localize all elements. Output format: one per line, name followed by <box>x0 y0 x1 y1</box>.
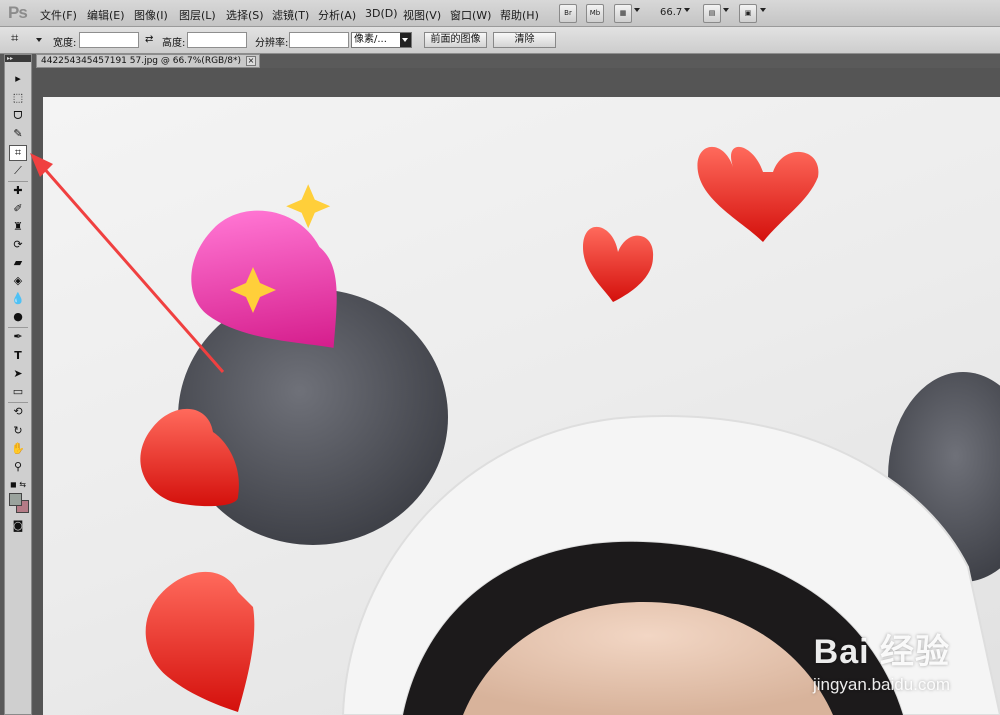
quick-mask-icon[interactable]: ◙ <box>9 518 27 534</box>
tools-panel: ▸▸ ▸ ⬚ ᗜ ✎ ⌗ ⟋ ✚ ✐ ♜ ⟳ ▰ ◈ 💧 ● ✒ T ➤ ▭ ⟲… <box>4 54 32 715</box>
baidu-watermark: Bai 经验 jingyan.baidu.com <box>813 624 950 695</box>
menu-select[interactable]: 选择(S) <box>226 7 264 23</box>
lasso-tool-icon[interactable]: ᗜ <box>9 108 27 124</box>
photo-image: Bai 经验 jingyan.baidu.com <box>43 97 1000 715</box>
blur-tool-icon[interactable]: 💧 <box>9 291 27 307</box>
document-tab[interactable]: 442254345457191 57.jpg @ 66.7%(RGB/8*) × <box>36 54 260 68</box>
menu-edit[interactable]: 编辑(E) <box>87 7 125 23</box>
pen-tool-icon[interactable]: ✒ <box>9 329 27 345</box>
red-heart-emoji <box>697 146 819 242</box>
resolution-unit-select[interactable]: 像素/... <box>351 32 412 48</box>
unit-value: 像素/... <box>354 34 387 45</box>
menu-analysis[interactable]: 分析(A) <box>318 7 356 23</box>
resolution-label: 分辨率: <box>255 38 289 49</box>
document-tab-bar: 442254345457191 57.jpg @ 66.7%(RGB/8*) × <box>36 54 1000 68</box>
close-icon[interactable]: × <box>246 56 256 66</box>
menu-filter[interactable]: 滤镜(T) <box>272 7 309 23</box>
crop-icon[interactable]: ⌗ <box>11 31 18 46</box>
chevron-down-icon[interactable] <box>684 8 690 12</box>
paint-bucket-tool-icon[interactable]: ◈ <box>9 273 27 289</box>
eyedropper-tool-icon[interactable]: ⟋ <box>9 163 27 179</box>
dodge-tool-icon[interactable]: ● <box>9 309 27 325</box>
arrange-documents-icon[interactable]: ▤ <box>703 4 721 23</box>
panel-grip[interactable]: ▸▸ <box>5 55 31 62</box>
brush-tool-icon[interactable]: ✐ <box>9 201 27 217</box>
red-heart-emoji <box>583 226 654 302</box>
height-label: 高度: <box>162 38 186 49</box>
photo-artwork <box>140 146 1000 715</box>
quick-selection-tool-icon[interactable]: ✎ <box>9 126 27 142</box>
view-extras-icon[interactable]: ▦ <box>614 4 632 23</box>
toolbox-divider <box>8 181 28 182</box>
swap-icon[interactable]: ⇄ <box>145 34 153 45</box>
resolution-input[interactable] <box>289 32 349 48</box>
document-title: 442254345457191 57.jpg @ 66.7%(RGB/8*) <box>41 56 241 66</box>
toolbox-divider <box>8 327 28 328</box>
rectangle-tool-icon[interactable]: ▭ <box>9 384 27 400</box>
path-selection-tool-icon[interactable]: ➤ <box>9 366 27 382</box>
screen-mode-icon[interactable]: ▣ <box>739 4 757 23</box>
chevron-down-icon[interactable] <box>760 8 766 12</box>
zoom-tool-icon[interactable]: ⚲ <box>9 459 27 475</box>
document-canvas[interactable]: Bai 经验 jingyan.baidu.com <box>33 68 1000 715</box>
healing-brush-tool-icon[interactable]: ✚ <box>9 183 27 199</box>
front-image-button[interactable]: 前面的图像 <box>424 32 487 48</box>
menu-window[interactable]: 窗口(W) <box>450 7 491 23</box>
red-heart-emoji <box>145 571 255 712</box>
move-tool-icon[interactable]: ▸ <box>9 71 27 87</box>
crop-tool-icon[interactable]: ⌗ <box>9 145 27 161</box>
menu-3d[interactable]: 3D(D) <box>365 7 398 20</box>
width-input[interactable] <box>79 32 139 48</box>
default-colors-icon[interactable]: ◼ ⇆ <box>9 477 27 493</box>
eraser-tool-icon[interactable]: ▰ <box>9 255 27 271</box>
bridge-button[interactable]: Br <box>559 4 577 23</box>
watermark-brand: Bai 经验 <box>813 633 950 671</box>
photoshop-logo: Ps <box>8 3 28 22</box>
chevron-down-icon[interactable] <box>634 8 640 12</box>
mini-bridge-button[interactable]: Mb <box>586 4 604 23</box>
3d-orbit-tool-icon[interactable]: ↻ <box>9 423 27 439</box>
width-label: 宽度: <box>53 38 77 49</box>
height-input[interactable] <box>187 32 247 48</box>
zoom-level[interactable]: 66.7 <box>660 7 682 18</box>
menu-layer[interactable]: 图层(L) <box>179 7 216 23</box>
foreground-color-swatch[interactable] <box>9 493 22 506</box>
toolbox-divider <box>8 402 28 403</box>
marquee-tool-icon[interactable]: ⬚ <box>9 90 27 106</box>
watermark-url: jingyan.baidu.com <box>812 675 950 694</box>
menu-bar: Ps 文件(F) 编辑(E) 图像(I) 图层(L) 选择(S) 滤镜(T) 分… <box>0 0 1000 27</box>
chevron-down-icon[interactable] <box>400 33 411 47</box>
3d-rotate-tool-icon[interactable]: ⟲ <box>9 404 27 420</box>
type-tool-icon[interactable]: T <box>9 348 27 364</box>
chevron-down-icon[interactable] <box>36 38 42 42</box>
menu-view[interactable]: 视图(V) <box>403 7 441 23</box>
history-brush-tool-icon[interactable]: ⟳ <box>9 237 27 253</box>
menu-image[interactable]: 图像(I) <box>134 7 168 23</box>
options-bar: ⌗ 宽度: ⇄ 高度: 分辨率: 像素/... 前面的图像 清除 <box>0 27 1000 54</box>
menu-file[interactable]: 文件(F) <box>40 7 77 23</box>
menu-help[interactable]: 帮助(H) <box>500 7 539 23</box>
hand-tool-icon[interactable]: ✋ <box>9 441 27 457</box>
chevron-down-icon[interactable] <box>723 8 729 12</box>
clear-button[interactable]: 清除 <box>493 32 556 48</box>
clone-stamp-tool-icon[interactable]: ♜ <box>9 219 27 235</box>
